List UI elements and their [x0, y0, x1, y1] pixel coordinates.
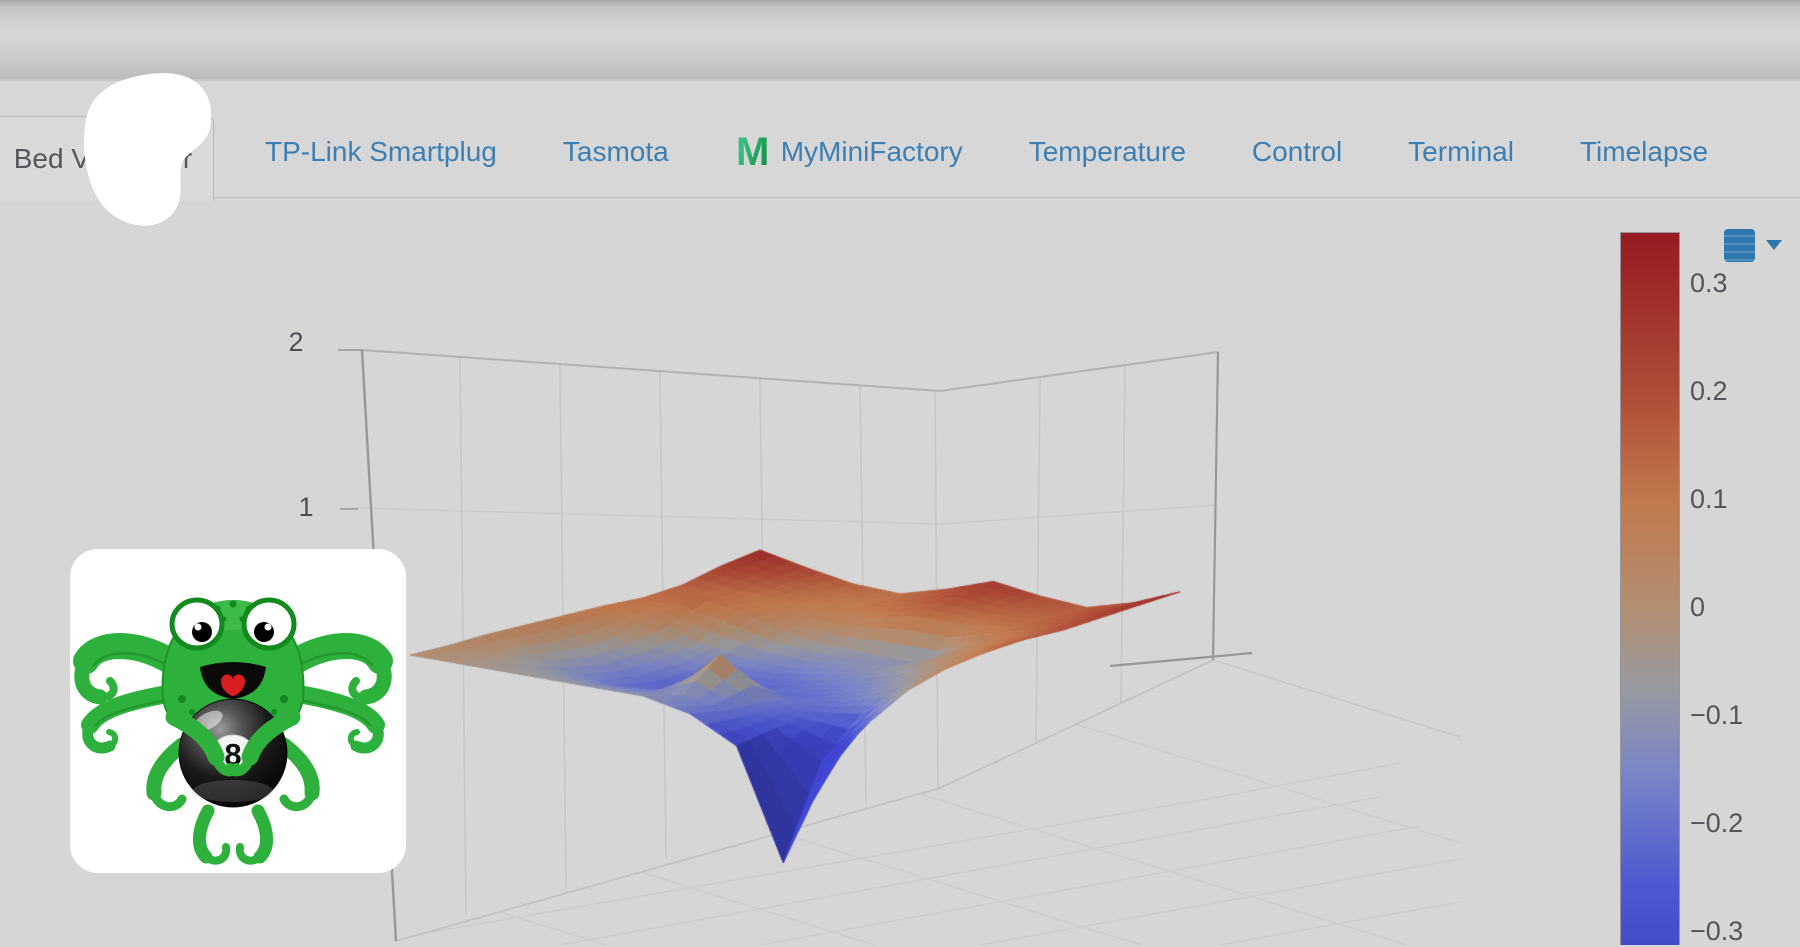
tab-overflow-button[interactable]: [1724, 220, 1800, 270]
octoprint-logo-card: 8: [70, 549, 406, 873]
colorbar-tick: 0.2: [1690, 375, 1728, 407]
tab-bar: Bed Visualizer TP-Link Smartplug Tasmota…: [0, 81, 1800, 198]
caret-down-icon: [1766, 240, 1782, 250]
colorbar-labels: 0.3 0.2 0.1 0 −0.1 −0.2 −0.3: [1690, 232, 1800, 945]
tab-control[interactable]: Control: [1225, 136, 1369, 168]
octopus-8ball-logo: 8: [70, 549, 406, 873]
tab-tasmota[interactable]: Tasmota: [536, 136, 696, 168]
list-icon: [1724, 229, 1755, 262]
tab-myminifactory[interactable]: M MyMiniFactory: [708, 135, 990, 169]
colorbar-gradient: [1621, 233, 1679, 945]
tab-list: TP-Link Smartplug Tasmota M MyMiniFactor…: [0, 81, 1800, 198]
z-axis-tick-2: 2: [276, 327, 316, 358]
colorbar-tick: 0.3: [1690, 267, 1728, 299]
colorbar-tick: −0.1: [1690, 699, 1743, 731]
tab-tplink-smartplug[interactable]: TP-Link Smartplug: [238, 136, 524, 168]
white-blob-overlay: [80, 62, 220, 242]
colorbar-tick: 0.1: [1690, 483, 1728, 515]
tab-timelapse[interactable]: Timelapse: [1553, 136, 1735, 168]
colorbar-tick: 0: [1690, 591, 1705, 623]
tab-terminal[interactable]: Terminal: [1381, 136, 1541, 168]
z-axis-tick-1: 1: [286, 492, 326, 523]
colorbar: [1620, 232, 1680, 945]
colorbar-tick: −0.3: [1690, 915, 1743, 947]
page-root: { "app": { "name": "OctoPrint web interf…: [0, 0, 1800, 945]
tab-temperature[interactable]: Temperature: [1002, 136, 1213, 168]
browser-chrome-bar: [0, 0, 1800, 81]
colorbar-tick: −0.2: [1690, 807, 1743, 839]
mymini-m-icon: M: [735, 135, 771, 169]
